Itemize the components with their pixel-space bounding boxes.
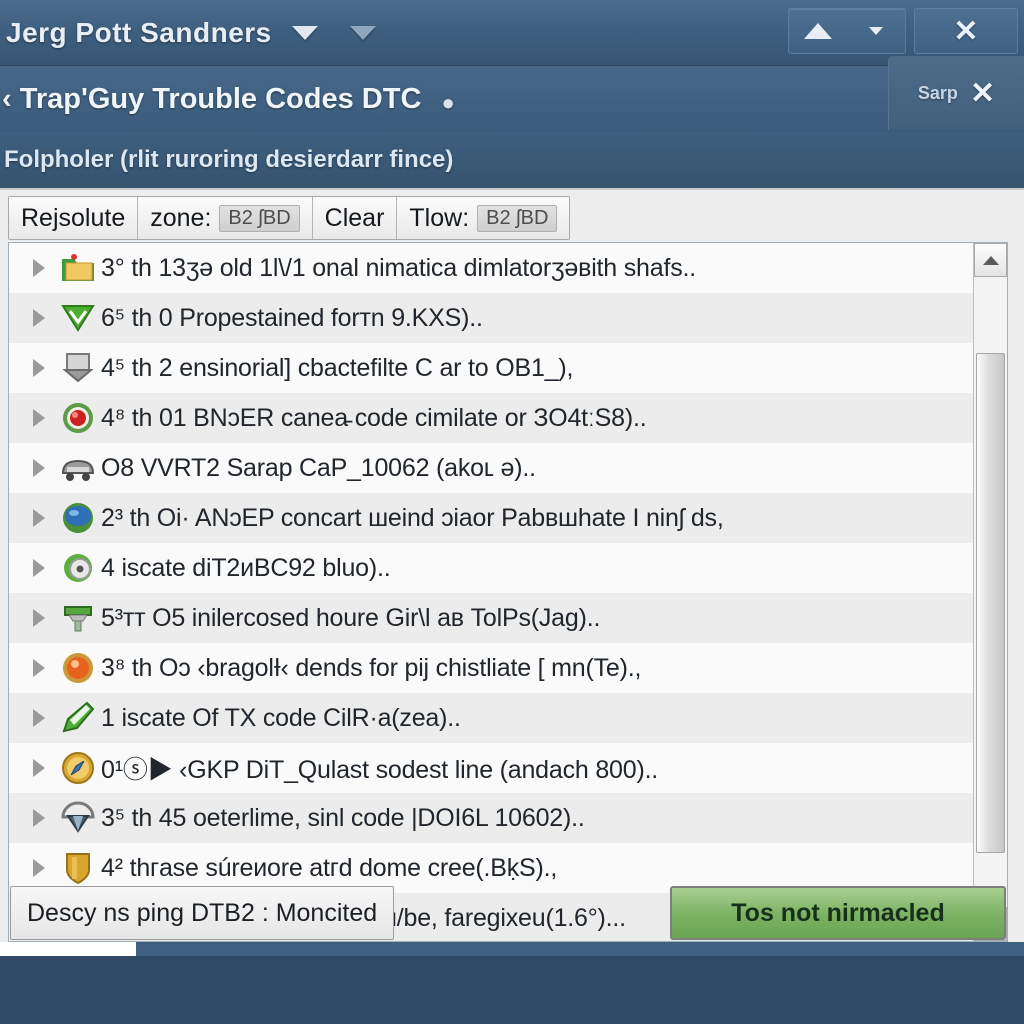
row-label: 3⁸ th Oɔ ‹bragolƗ‹ dends for pij chistli…	[101, 653, 642, 682]
toolbar-button-label: Rejsolute	[21, 203, 126, 232]
content-panel: Rejsolute zone: B2 ʃBD Clear Tlow: B2 ʃBD 3° …	[0, 188, 1024, 956]
toolbar-button-1[interactable]: zone: B2 ʃBD	[138, 197, 313, 239]
tab-secondary-label: Sarp	[917, 82, 958, 103]
table-row[interactable]: 3⁸ th Oɔ ‹bragolƗ‹ dends for pij chistli…	[9, 643, 973, 693]
row-label: 0¹ⓢ▶ ‹GKP DiT_Qulast sodest line (andach…	[101, 756, 659, 784]
primary-action-button[interactable]: Tos not nirmacled	[670, 886, 1006, 940]
list-scrollbar[interactable]	[973, 243, 1007, 941]
expand-arrow-icon[interactable]	[33, 759, 45, 777]
status-description-button[interactable]: Descy ns ping DTB2 : Moncited	[10, 886, 395, 940]
diamond-icon	[59, 799, 97, 837]
dtc-list-panel: 3° th 13ʒǝ old 1l\/1 onal nimatica dimla…	[8, 242, 1008, 942]
table-row[interactable]: 6⁵ th 0 Propestained forтn 9.KXS)..	[9, 293, 973, 343]
chevron-down-icon[interactable]	[291, 25, 318, 40]
expand-arrow-icon[interactable]	[33, 609, 45, 627]
subtitle-bar: Folpholer (rlit ruroring desierdarr finc…	[0, 132, 1024, 188]
table-row[interactable]: 0¹ⓢ▶ ‹GKP DiT_Qulast sodest line (andach…	[9, 743, 973, 793]
tab-close-icon[interactable]: ✕	[970, 76, 995, 111]
scroll-up-button[interactable]	[974, 243, 1007, 277]
row-label: 3° th 13ʒǝ old 1l\/1 onal nimatica dimla…	[101, 253, 696, 282]
download-icon	[59, 349, 97, 387]
folder-icon	[59, 249, 97, 287]
scrollbar-thumb[interactable]	[976, 353, 1005, 853]
table-row[interactable]: 4 iscate diT2иBC92 bluo)..	[9, 543, 973, 593]
toolbar-button-label: Clear	[324, 203, 385, 232]
expand-arrow-icon[interactable]	[33, 809, 45, 827]
bottom-strip-notch	[126, 942, 136, 956]
toolbar-button-tag: B2 ʃBD	[219, 204, 300, 232]
toolbar-button-tag: B2 ʃBD	[477, 204, 558, 232]
table-row[interactable]: 4⁵ th 2 ensinorial] cbactefilte C ar to …	[9, 343, 973, 393]
window-restore-group	[788, 8, 906, 54]
row-label: 3⁵ th 45 oeterlime, sinl code |DOI6L 106…	[101, 803, 585, 832]
expand-arrow-icon[interactable]	[33, 459, 45, 477]
window-close-button[interactable]: ✕	[914, 8, 1018, 54]
subtitle-label: Folpholer (rlit ruroring desierdarr finc…	[4, 146, 454, 173]
table-row[interactable]: 1 iscate Of TX code CilR·a(zea)..	[9, 693, 973, 743]
row-label: 6⁵ th 0 Propestained forтn 9.KXS)..	[101, 303, 483, 332]
table-row[interactable]: 3° th 13ʒǝ old 1l\/1 onal nimatica dimla…	[9, 243, 973, 293]
green-pen-icon	[59, 699, 97, 737]
tab-bar: ‹ Trap'Guy Trouble Codes DTC ●	[0, 66, 1024, 132]
row-label: O8 VVRT2 Sarap CaP_10062 (akoʟ ə)..	[101, 453, 536, 482]
toolbar-button-label: zone:	[150, 203, 212, 232]
toolbar-button-0[interactable]: Rejsolute	[9, 197, 139, 239]
row-label: 5³тт O5 inilercosed houre Gir\l aв TolPs…	[101, 603, 601, 632]
toolbar-button-3[interactable]: Tlow: B2 ʃBD	[397, 197, 570, 239]
row-label: 1 iscate Of TX code CilR·a(zea)..	[101, 703, 461, 732]
toolbar: Rejsolute zone: B2 ʃBD Clear Tlow: B2 ʃBD	[8, 196, 571, 240]
cd-green-icon	[59, 549, 97, 587]
gold-shield-icon	[59, 849, 97, 887]
orange-led-icon	[59, 649, 97, 687]
expand-arrow-icon[interactable]	[33, 309, 45, 327]
table-row[interactable]: 3⁵ th 45 oeterlime, sinl code |DOI6L 106…	[9, 793, 973, 843]
app-title: Jerg Pott Sandners	[6, 16, 272, 48]
red-led-icon	[59, 399, 97, 437]
expand-arrow-icon[interactable]	[33, 859, 45, 877]
globe-icon	[59, 499, 97, 537]
tab-title-dtc[interactable]: ‹ Trap'Guy Trouble Codes DTC ●	[2, 83, 455, 116]
tab-secondary[interactable]: Sarp ✕	[888, 56, 1024, 130]
expand-arrow-icon[interactable]	[33, 259, 45, 277]
toolbar-button-label: Tlow:	[409, 203, 470, 232]
green-check-icon	[59, 299, 97, 337]
pin-icon[interactable]: ●	[441, 90, 454, 116]
restore-button[interactable]	[789, 9, 847, 53]
application-window: Jerg Pott Sandners ✕ ‹ Trap'Guy Trouble …	[0, 0, 1024, 1024]
table-row[interactable]: 2³ th Oi· ANɔEP concart шеind ɔiaor Pabв…	[9, 493, 973, 543]
status-bar: Descy ns ping DTB2 : Moncited Tos not ni…	[0, 886, 1024, 944]
row-label: 4 iscate diT2иBC92 bluo)..	[101, 553, 391, 582]
expand-arrow-icon[interactable]	[33, 659, 45, 677]
triangle-up-icon	[804, 23, 832, 39]
table-row[interactable]: 5³тт O5 inilercosed houre Gir\l aв TolPs…	[9, 593, 973, 643]
expand-arrow-icon[interactable]	[33, 509, 45, 527]
triangle-down-icon	[869, 27, 883, 35]
expand-arrow-icon[interactable]	[33, 409, 45, 427]
car-icon	[59, 449, 97, 487]
table-row[interactable]: 4⁸ th 01 BNɔER canea̵ code cimilate or З…	[9, 393, 973, 443]
chevron-up-icon	[982, 255, 999, 265]
green-tool-icon	[59, 599, 97, 637]
tab-title-label: ‹ Trap'Guy Trouble Codes DTC	[2, 82, 422, 115]
expand-arrow-icon[interactable]	[33, 359, 45, 377]
row-label: 4⁸ th 01 BNɔER canea̵ code cimilate or З…	[101, 403, 647, 432]
scrollbar-track[interactable]	[974, 277, 1007, 907]
row-label: 4² thгase súreиore atгd dome cree(.BḳS).…	[101, 853, 558, 882]
title-bar: Jerg Pott Sandners ✕	[0, 0, 1024, 66]
bottom-strip-fill	[130, 942, 1024, 956]
bottom-strip	[0, 942, 1024, 956]
expand-arrow-icon[interactable]	[33, 709, 45, 727]
table-row[interactable]: O8 VVRT2 Sarap CaP_10062 (akoʟ ə)..	[9, 443, 973, 493]
dtc-list[interactable]: 3° th 13ʒǝ old 1l\/1 onal nimatica dimla…	[9, 243, 973, 941]
expand-arrow-icon[interactable]	[33, 559, 45, 577]
gold-compass-icon	[59, 749, 97, 787]
chevron-down-icon-secondary[interactable]	[349, 25, 376, 40]
row-label: 2³ th Oi· ANɔEP concart шеind ɔiaor Pabв…	[101, 503, 724, 532]
row-label: 4⁵ th 2 ensinorial] cbactefilte C ar to …	[101, 353, 574, 382]
toolbar-button-2[interactable]: Clear	[312, 197, 398, 239]
window-menu-button[interactable]	[847, 9, 905, 53]
